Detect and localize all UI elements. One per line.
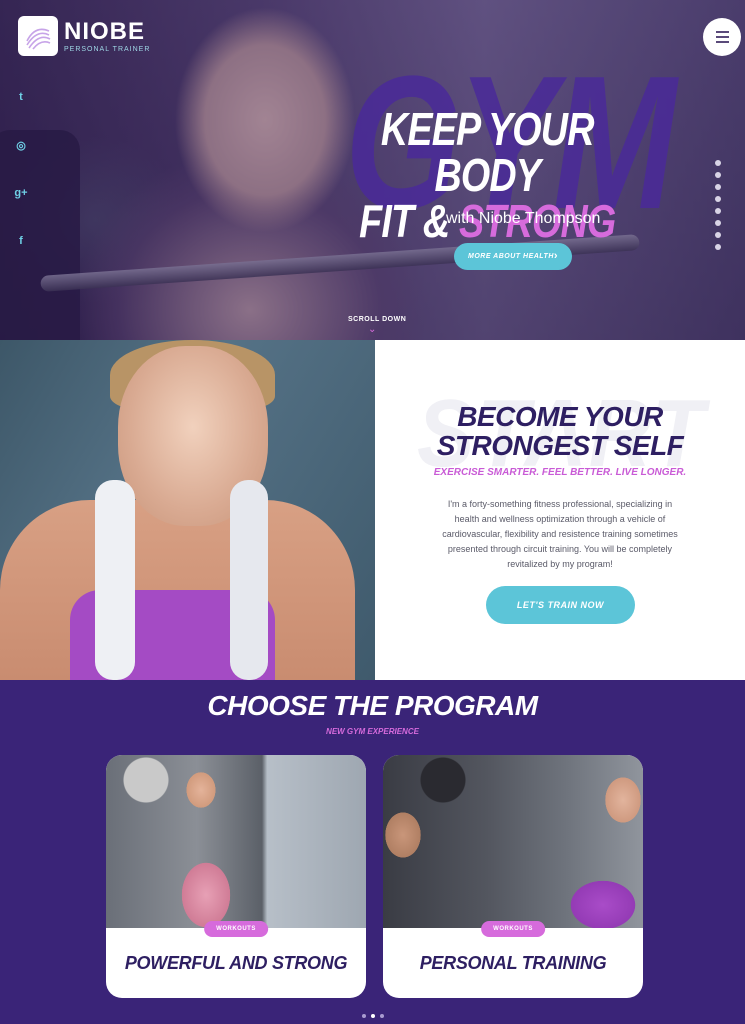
about-tagline: EXERCISE SMARTER. FEEL BETTER. LIVE LONG… <box>433 467 687 478</box>
slider-dot[interactable] <box>715 160 721 166</box>
google-plus-icon[interactable]: g+ <box>13 184 29 202</box>
slider-dot[interactable] <box>715 232 721 238</box>
program-card[interactable]: WORKOUTS POWERFUL AND STRONG <box>106 755 366 998</box>
program-title: CHOOSE THE PROGRAM <box>207 690 538 721</box>
hamburger-menu-button[interactable] <box>703 18 741 56</box>
twitter-icon[interactable]: t <box>13 88 29 106</box>
instagram-icon[interactable]: ◎ <box>13 136 29 154</box>
category-tag[interactable]: WORKOUTS <box>481 921 545 937</box>
site-logo[interactable]: NIOBE PERSONAL TRAINER <box>18 16 150 56</box>
trainer-photo <box>0 340 375 680</box>
slider-pagination <box>715 160 721 250</box>
slider-dot[interactable] <box>715 208 721 214</box>
social-links: t ◎ g+ f <box>13 88 29 250</box>
hamburger-icon <box>715 31 729 33</box>
slider-dot[interactable] <box>715 244 721 250</box>
program-card-image <box>106 755 366 928</box>
logo-icon <box>18 16 58 56</box>
carousel-dot-active[interactable] <box>371 1014 375 1018</box>
slider-dot[interactable] <box>715 196 721 202</box>
slider-dot[interactable] <box>715 172 721 178</box>
hero-subtitle: with Niobe Thompson <box>446 210 601 227</box>
brand-name: NIOBE <box>64 17 146 45</box>
chevron-down-icon: ⌄ <box>368 324 377 335</box>
brand-subtitle: PERSONAL TRAINER <box>64 45 151 53</box>
slider-dot[interactable] <box>715 220 721 226</box>
slider-dot[interactable] <box>715 184 721 190</box>
program-section: CHOOSE THE PROGRAM NEW GYM EXPERIENCE WO… <box>0 680 745 1024</box>
program-card-title[interactable]: POWERFUL AND STRONG <box>106 953 366 974</box>
carousel-dot[interactable] <box>380 1014 384 1018</box>
facebook-icon[interactable]: f <box>13 232 29 250</box>
carousel-pagination <box>362 1014 384 1018</box>
about-section: START BECOME YOUR STRONGEST SELF EXERCIS… <box>375 340 745 680</box>
program-card[interactable]: WORKOUTS PERSONAL TRAINING <box>383 755 643 998</box>
lets-train-now-button[interactable]: LET'S TRAIN NOW <box>486 586 635 624</box>
scroll-down-link[interactable]: SCROLL DOWN <box>348 316 406 323</box>
program-card-image <box>383 755 643 928</box>
carousel-dot[interactable] <box>362 1014 366 1018</box>
chevron-right-icon: › <box>553 250 558 262</box>
about-title: BECOME YOUR STRONGEST SELF <box>436 401 684 461</box>
category-tag[interactable]: WORKOUTS <box>204 921 268 937</box>
program-subtitle: NEW GYM EXPERIENCE <box>326 727 419 736</box>
hero-section: GYM NIOBE PERSONAL TRAINER t ◎ g+ f KEEP… <box>0 0 745 340</box>
program-card-title[interactable]: PERSONAL TRAINING <box>383 953 643 974</box>
more-about-health-button[interactable]: MORE ABOUT HEALTH › <box>454 243 572 270</box>
about-description: I'm a forty-something fitness profession… <box>442 499 678 569</box>
